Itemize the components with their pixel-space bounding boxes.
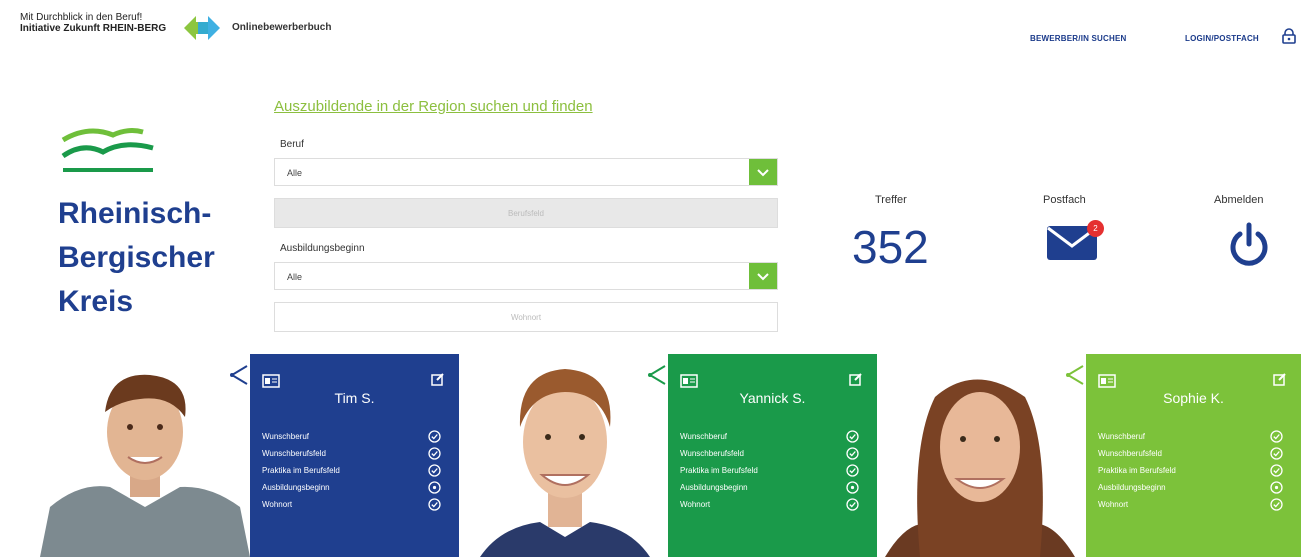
header: Mit Durchblick in den Beruf! Initiative … <box>0 0 1301 70</box>
postfach-badge: 2 <box>1087 220 1104 237</box>
applicant-photo[interactable] <box>40 357 250 557</box>
check-circle-icon <box>846 447 859 460</box>
beruf-select[interactable]: Alle <box>274 158 778 186</box>
check-circle-icon <box>846 430 859 443</box>
chevron-down-icon[interactable] <box>749 159 777 185</box>
criterion-row: Praktika im Berufsfeld <box>262 464 441 477</box>
criterion-row: Ausbildungsbeginn <box>680 481 859 494</box>
edit-icon[interactable] <box>431 372 445 386</box>
criterion-label: Wunschberuf <box>262 432 309 441</box>
check-circle-icon <box>1270 498 1283 511</box>
criterion-label: Wunschberufsfeld <box>680 449 744 458</box>
treffer-label: Treffer <box>875 194 907 206</box>
applicant-card[interactable]: Yannick S. Wunschberuf Wunschberufsfeld … <box>648 354 877 557</box>
dot-circle-icon <box>1270 481 1283 494</box>
criterion-label: Ausbildungsbeginn <box>1098 483 1166 492</box>
criterion-label: Wunschberuf <box>680 432 727 441</box>
criterion-label: Praktika im Berufsfeld <box>1098 466 1176 475</box>
kreis-name-line2: Bergischer <box>58 241 215 274</box>
chevron-down-icon[interactable] <box>749 263 777 289</box>
criterion-label: Wohnort <box>1098 500 1129 509</box>
power-icon[interactable] <box>1228 222 1270 266</box>
share-icon[interactable] <box>648 364 666 386</box>
edit-icon[interactable] <box>1273 372 1287 386</box>
lock-icon[interactable] <box>1282 28 1296 44</box>
search-title[interactable]: Auszubildende in der Region suchen und f… <box>274 98 593 115</box>
criterion-row: Wunschberufsfeld <box>680 447 859 460</box>
edit-icon[interactable] <box>849 372 863 386</box>
nav-search-applicants[interactable]: BEWERBER/IN SUCHEN <box>1030 34 1127 43</box>
check-circle-icon <box>428 498 441 511</box>
applicant-name: Yannick S. <box>739 390 806 406</box>
check-circle-icon <box>1270 464 1283 477</box>
treffer-count: 352 <box>852 221 929 273</box>
applicant-card[interactable]: Tim S. Wunschberuf Wunschberufsfeld Prak… <box>230 354 459 557</box>
kreis-name: Rheinisch- Bergischer Kreis <box>58 192 215 324</box>
kreis-wave-logo-icon <box>61 128 154 172</box>
check-circle-icon <box>846 464 859 477</box>
ausbildungsbeginn-select[interactable]: Alle <box>274 262 778 290</box>
nav-login-mailbox[interactable]: LOGIN/POSTFACH <box>1185 34 1259 43</box>
criterion-label: Wunschberufsfeld <box>1098 449 1162 458</box>
check-circle-icon <box>1270 447 1283 460</box>
share-icon[interactable] <box>1066 364 1084 386</box>
check-circle-icon <box>1270 430 1283 443</box>
ausbildungsbeginn-label: Ausbildungsbeginn <box>280 243 365 254</box>
kreis-name-line3: Kreis <box>58 285 134 318</box>
criterion-label: Wunschberuf <box>1098 432 1145 441</box>
dot-circle-icon <box>428 481 441 494</box>
slogan: Mit Durchblick in den Beruf! Initiative … <box>20 12 166 34</box>
abmelden-label: Abmelden <box>1214 194 1264 206</box>
criterion-row: Wunschberuf <box>1098 430 1283 443</box>
beruf-select-value: Alle <box>287 168 303 178</box>
criterion-row: Wunschberufsfeld <box>1098 447 1283 460</box>
beruf-label: Beruf <box>280 139 304 150</box>
slogan-line1: Mit Durchblick in den Beruf! <box>20 12 143 23</box>
check-circle-icon <box>428 464 441 477</box>
berufsfeld-button[interactable]: Berufsfeld <box>274 198 778 228</box>
criterion-row: Wunschberuf <box>680 430 859 443</box>
criterion-row: Wohnort <box>1098 498 1283 511</box>
wohnort-button[interactable]: Wohnort <box>274 302 778 332</box>
criterion-label: Wunschberufsfeld <box>262 449 326 458</box>
criterion-label: Praktika im Berufsfeld <box>262 466 340 475</box>
applicant-card[interactable]: Sophie K. Wunschberuf Wunschberufsfeld P… <box>1066 354 1301 557</box>
criterion-row: Praktika im Berufsfeld <box>1098 464 1283 477</box>
applicant-name: Tim S. <box>334 390 375 406</box>
id-card-icon[interactable] <box>1098 374 1116 388</box>
ausbildungsbeginn-select-value: Alle <box>287 272 303 282</box>
check-circle-icon <box>428 447 441 460</box>
id-card-icon[interactable] <box>262 374 280 388</box>
share-icon[interactable] <box>230 364 248 386</box>
criterion-label: Praktika im Berufsfeld <box>680 466 758 475</box>
criterion-label: Wohnort <box>680 500 711 509</box>
criterion-label: Wohnort <box>262 500 293 509</box>
criterion-label: Ausbildungsbeginn <box>680 483 748 492</box>
check-circle-icon <box>846 498 859 511</box>
check-circle-icon <box>428 430 441 443</box>
criterion-row: Wohnort <box>262 498 441 511</box>
criterion-row: Wohnort <box>680 498 859 511</box>
initiative-logo-icon[interactable] <box>180 10 224 46</box>
criterion-row: Wunschberufsfeld <box>262 447 441 460</box>
slogan-line2: Initiative Zukunft RHEIN-BERG <box>20 23 167 34</box>
applicant-name: Sophie K. <box>1163 390 1224 406</box>
id-card-icon[interactable] <box>680 374 698 388</box>
applicant-photo[interactable] <box>460 357 670 557</box>
criterion-row: Praktika im Berufsfeld <box>680 464 859 477</box>
dot-circle-icon <box>846 481 859 494</box>
postfach-label: Postfach <box>1043 194 1086 206</box>
applicant-photo[interactable] <box>875 357 1085 557</box>
criterion-row: Ausbildungsbeginn <box>1098 481 1283 494</box>
app-title: Onlinebewerberbuch <box>232 22 332 33</box>
criterion-row: Wunschberuf <box>262 430 441 443</box>
kreis-name-line1: Rheinisch- <box>58 197 212 230</box>
criterion-row: Ausbildungsbeginn <box>262 481 441 494</box>
criterion-label: Ausbildungsbeginn <box>262 483 330 492</box>
